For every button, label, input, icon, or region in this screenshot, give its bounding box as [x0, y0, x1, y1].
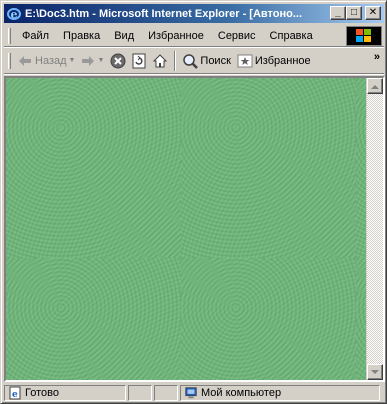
back-dropdown-icon[interactable]: ▼: [69, 57, 76, 64]
page-icon: e: [8, 386, 22, 400]
status-panel-zone: Мой компьютер: [180, 385, 380, 401]
menu-help[interactable]: Справка: [263, 30, 320, 42]
search-button[interactable]: Поиск: [179, 50, 233, 72]
favorites-button[interactable]: Избранное: [234, 50, 314, 72]
stop-icon: [110, 53, 126, 68]
status-text: Готово: [25, 387, 59, 399]
favorites-label: Избранное: [254, 54, 311, 67]
standard-toolbar: Назад ▼ ▼ Поиск Избранное »: [4, 48, 384, 74]
zone-text: Мой компьютер: [201, 387, 282, 399]
status-bar: e Готово Мой компьютер: [4, 384, 384, 402]
computer-icon: [184, 386, 198, 400]
forward-dropdown-icon[interactable]: ▼: [97, 57, 104, 64]
stop-button[interactable]: [107, 50, 129, 72]
menu-edit[interactable]: Правка: [56, 30, 107, 42]
window-title: E:\Doc3.htm - Microsoft Internet Explore…: [25, 7, 303, 20]
menu-view[interactable]: Вид: [107, 30, 141, 42]
status-panel-2: [154, 385, 178, 401]
menubar-grip[interactable]: [8, 27, 11, 44]
status-panel-main: e Готово: [4, 385, 126, 401]
refresh-icon: [132, 53, 146, 68]
svg-text:e: e: [12, 390, 18, 400]
back-button[interactable]: Назад ▼: [15, 50, 78, 72]
svg-text:e: e: [11, 8, 18, 21]
toolbar-grip[interactable]: [8, 52, 11, 69]
back-arrow-icon: [19, 55, 31, 66]
vertical-scrollbar[interactable]: [367, 78, 383, 380]
toolbar-overflow-chevron[interactable]: »: [374, 51, 380, 63]
scroll-up-arrow-icon: [371, 84, 379, 89]
refresh-button[interactable]: [129, 50, 149, 72]
page-background-pattern: [6, 78, 366, 380]
title-bar[interactable]: e E:\Doc3.htm - Microsoft Internet Explo…: [4, 4, 384, 23]
home-button[interactable]: [149, 50, 171, 72]
scroll-down-arrow-icon: [371, 369, 379, 374]
status-panel-1: [128, 385, 152, 401]
menu-favorites[interactable]: Избранное: [141, 30, 211, 42]
menu-bar: Файл Правка Вид Избранное Сервис Справка: [4, 25, 384, 47]
windows-logo-icon: [346, 26, 382, 46]
toolbar-separator: [174, 50, 177, 71]
scroll-up-button[interactable]: [367, 78, 383, 94]
favorites-icon: [237, 54, 253, 67]
browser-window: e E:\Doc3.htm - Microsoft Internet Explo…: [0, 0, 387, 404]
maximize-button[interactable]: □: [346, 6, 362, 20]
ie-icon: e: [6, 6, 22, 22]
page-content[interactable]: [4, 76, 385, 382]
menu-file[interactable]: Файл: [15, 30, 56, 42]
home-icon: [153, 53, 168, 67]
menu-tools[interactable]: Сервис: [211, 30, 263, 42]
search-label: Поиск: [200, 54, 231, 67]
minimize-button[interactable]: _: [330, 6, 346, 20]
scroll-down-button[interactable]: [367, 364, 383, 380]
close-button[interactable]: ✕: [365, 6, 381, 20]
search-icon: [183, 53, 199, 69]
forward-arrow-icon: [82, 55, 95, 66]
back-label: Назад: [35, 54, 67, 67]
forward-button[interactable]: ▼: [78, 50, 107, 72]
